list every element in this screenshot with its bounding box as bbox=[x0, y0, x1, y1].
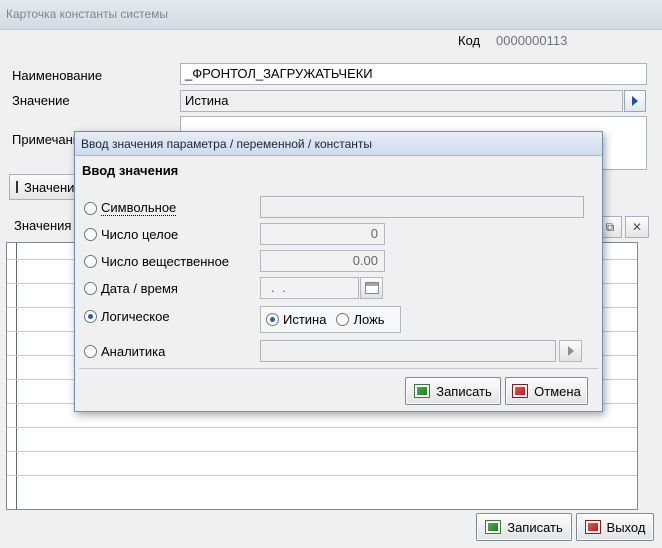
save-button[interactable]: Записать bbox=[476, 513, 572, 541]
value-input-dialog: Ввод значения параметра / переменной / к… bbox=[74, 131, 603, 412]
option-real[interactable]: Число вещественное bbox=[84, 254, 229, 269]
exit-button-label: Выход bbox=[606, 519, 646, 535]
table-row bbox=[7, 475, 637, 476]
table-row bbox=[7, 451, 637, 452]
name-label: Наименование bbox=[12, 68, 103, 83]
exit-button[interactable]: Выход bbox=[576, 513, 654, 541]
option-integer[interactable]: Число целое bbox=[84, 227, 178, 242]
table-row bbox=[7, 427, 637, 428]
bool-true-label: Истина bbox=[283, 312, 327, 327]
dialog-cancel-label: Отмена bbox=[534, 383, 581, 399]
calendar-button[interactable] bbox=[360, 277, 383, 299]
value-field[interactable]: Истина bbox=[180, 90, 623, 112]
option-datetime-label: Дата / время bbox=[101, 281, 178, 296]
cancel-icon bbox=[512, 384, 529, 398]
code-value: 0000000113 bbox=[496, 33, 568, 48]
analytic-select-button[interactable] bbox=[559, 340, 582, 362]
arrow-right-icon bbox=[567, 346, 574, 356]
analytic-input[interactable] bbox=[260, 340, 556, 362]
values-label: Значения bbox=[14, 218, 72, 233]
copy-icon: ⧉ bbox=[605, 219, 615, 234]
exit-icon bbox=[584, 520, 601, 534]
dialog-save-button[interactable]: Записать bbox=[405, 377, 501, 405]
radio-icon bbox=[84, 255, 97, 268]
radio-selected-icon bbox=[84, 310, 97, 323]
code-label: Код bbox=[458, 33, 481, 48]
checkbox-icon bbox=[16, 181, 18, 193]
option-logical-label: Логическое bbox=[101, 309, 170, 324]
option-integer-label: Число целое bbox=[101, 227, 179, 242]
bool-false-option[interactable]: Ложь bbox=[336, 312, 385, 327]
calendar-icon bbox=[364, 282, 379, 294]
real-input[interactable]: 0.00 bbox=[260, 250, 385, 272]
option-datetime[interactable]: Дата / время bbox=[84, 281, 178, 296]
value-select-button[interactable] bbox=[624, 90, 646, 112]
arrow-right-icon bbox=[632, 96, 638, 106]
option-real-label: Число вещественное bbox=[101, 254, 230, 269]
window-title: Карточка константы системы bbox=[0, 0, 662, 30]
save-icon bbox=[485, 520, 502, 534]
value-label: Значение bbox=[12, 93, 70, 108]
option-analytic[interactable]: Аналитика bbox=[84, 344, 165, 359]
dialog-title: Ввод значения параметра / переменной / к… bbox=[75, 132, 602, 156]
radio-selected-icon bbox=[266, 313, 279, 326]
dialog-save-label: Записать bbox=[436, 383, 492, 399]
option-analytic-label: Аналитика bbox=[101, 344, 166, 359]
option-symbolic[interactable]: Символьное bbox=[84, 200, 177, 216]
option-logical[interactable]: Логическое bbox=[84, 309, 170, 324]
option-symbolic-label: Символьное bbox=[101, 200, 177, 216]
dialog-cancel-button[interactable]: Отмена bbox=[505, 377, 588, 405]
radio-icon bbox=[84, 282, 97, 295]
date-input[interactable]: . . bbox=[260, 277, 359, 299]
value-checkbox-label: Значение bbox=[24, 179, 82, 195]
dialog-heading: Ввод значения bbox=[82, 163, 179, 178]
radio-icon bbox=[84, 201, 97, 215]
name-input[interactable]: _ФРОНТОЛ_ЗАГРУЖАТЬЧЕКИ bbox=[180, 63, 647, 85]
integer-input[interactable]: 0 bbox=[260, 223, 385, 245]
bool-true-option[interactable]: Истина bbox=[266, 312, 326, 327]
dialog-divider bbox=[79, 368, 598, 369]
close-icon: ✕ bbox=[631, 220, 643, 234]
bool-false-label: Ложь bbox=[353, 312, 385, 327]
save-button-label: Записать bbox=[507, 519, 563, 535]
logical-value-group: Истина Ложь bbox=[260, 306, 401, 333]
radio-icon bbox=[84, 345, 97, 358]
value-checkbox[interactable]: Значение bbox=[9, 174, 82, 200]
save-icon bbox=[414, 384, 431, 398]
symbolic-input[interactable] bbox=[260, 196, 584, 218]
radio-icon bbox=[336, 313, 350, 326]
radio-icon bbox=[84, 228, 97, 241]
delete-button[interactable]: ✕ bbox=[625, 216, 649, 238]
